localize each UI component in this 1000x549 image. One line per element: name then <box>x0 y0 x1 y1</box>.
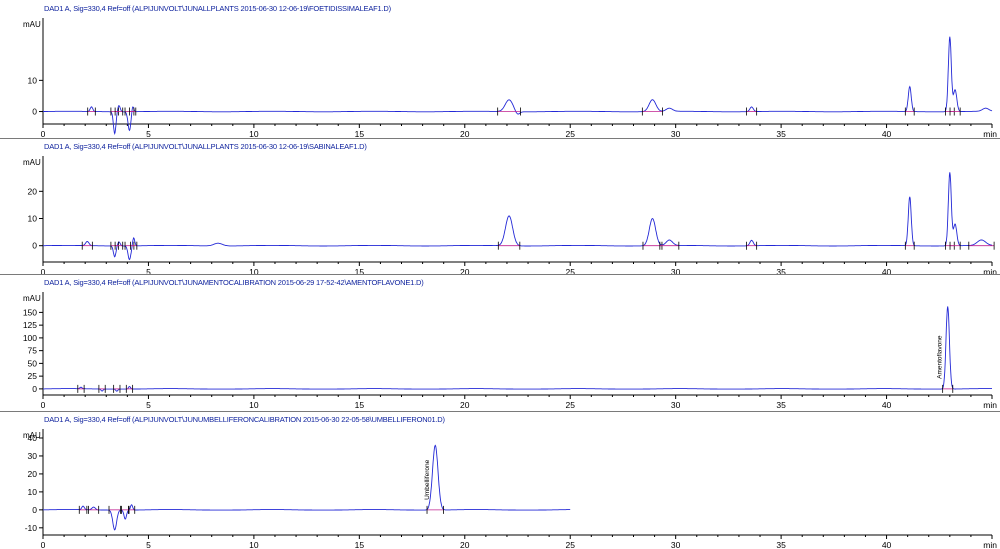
y-tick-label: 100 <box>23 333 37 343</box>
x-tick-label: 35 <box>776 400 786 410</box>
chromatogram-panel-3: DAD1 A, Sig=330,4 Ref=off (ALPIJUNVOLT\J… <box>0 274 1000 411</box>
y-tick-label: 10 <box>28 487 38 497</box>
x-tick-label: 40 <box>882 400 892 410</box>
chromatogram-trace <box>43 172 993 261</box>
x-tick-label: 30 <box>671 540 681 549</box>
chromatogram-trace <box>43 444 571 531</box>
y-tick-label: 25 <box>28 371 38 381</box>
x-tick-label: 0 <box>41 540 46 549</box>
peak-label: Umbelliferone <box>424 459 431 499</box>
y-tick-label: 10 <box>28 214 38 224</box>
y-tick-label: 150 <box>23 307 37 317</box>
x-tick-label: 10 <box>249 540 259 549</box>
x-tick-label: 10 <box>249 400 259 410</box>
x-tick-label: 35 <box>776 540 786 549</box>
x-tick-label: 25 <box>565 540 575 549</box>
chromatogram-plot-4: mAU-100102030400 5 10 15 20 25 30 35 40 minUmbell… <box>23 429 997 549</box>
y-tick-label: 10 <box>28 75 38 85</box>
x-tick-label: 30 <box>671 400 681 410</box>
chromatogram-plot-1: mAU0100 5 10 15 20 25 30 35 40 min <box>23 18 997 139</box>
x-tick-label: 25 <box>565 400 575 410</box>
y-tick-label: 0 <box>32 384 37 394</box>
chromatogram-trace <box>43 36 993 136</box>
y-tick-label: 0 <box>32 505 37 515</box>
y-tick-label: 20 <box>28 469 38 479</box>
y-axis-label: mAU <box>23 158 41 167</box>
y-tick-label: 30 <box>28 451 38 461</box>
chromatogram-plot-2: mAU010200 5 10 15 20 25 30 35 40 min <box>23 156 997 277</box>
y-tick-label: 50 <box>28 358 38 368</box>
x-tick-label: 20 <box>460 400 470 410</box>
y-tick-label: 0 <box>32 241 37 251</box>
chromatogram-trace <box>43 306 992 392</box>
x-tick-label: 15 <box>355 540 365 549</box>
y-tick-label: -10 <box>25 523 38 533</box>
y-tick-label: 0 <box>32 107 37 117</box>
x-axis-label: min <box>983 540 997 549</box>
y-tick-label: 20 <box>28 186 38 196</box>
chromatogram-panel-4: DAD1 A, Sig=330,4 Ref=off (ALPIJUNVOLT\J… <box>0 411 1000 549</box>
chromatogram-panel-1: DAD1 A, Sig=330,4 Ref=off (ALPIJUNVOLT\J… <box>0 0 1000 139</box>
peak-label: Amentoflavone <box>937 335 944 379</box>
chromatogram-stack: DAD1 A, Sig=330,4 Ref=off (ALPIJUNVOLT\J… <box>0 0 1000 549</box>
y-axis-label: mAU <box>23 294 41 303</box>
chromatogram-panel-2: DAD1 A, Sig=330,4 Ref=off (ALPIJUNVOLT\J… <box>0 138 1000 277</box>
y-axis-label: mAU <box>23 20 41 29</box>
x-tick-label: 40 <box>882 540 892 549</box>
x-tick-label: 5 <box>146 400 151 410</box>
x-tick-label: 0 <box>41 400 46 410</box>
y-tick-label: 40 <box>28 433 38 443</box>
x-tick-label: 20 <box>460 540 470 549</box>
x-tick-label: 15 <box>355 400 365 410</box>
y-tick-label: 125 <box>23 320 37 330</box>
y-tick-label: 75 <box>28 346 38 356</box>
x-tick-label: 5 <box>146 540 151 549</box>
chromatogram-plot-3: mAU 0 25 50 75 100 125 150 0 5 10 15 20 25 30 35 40 min Am… <box>23 292 997 410</box>
x-axis-label: min <box>983 400 997 410</box>
